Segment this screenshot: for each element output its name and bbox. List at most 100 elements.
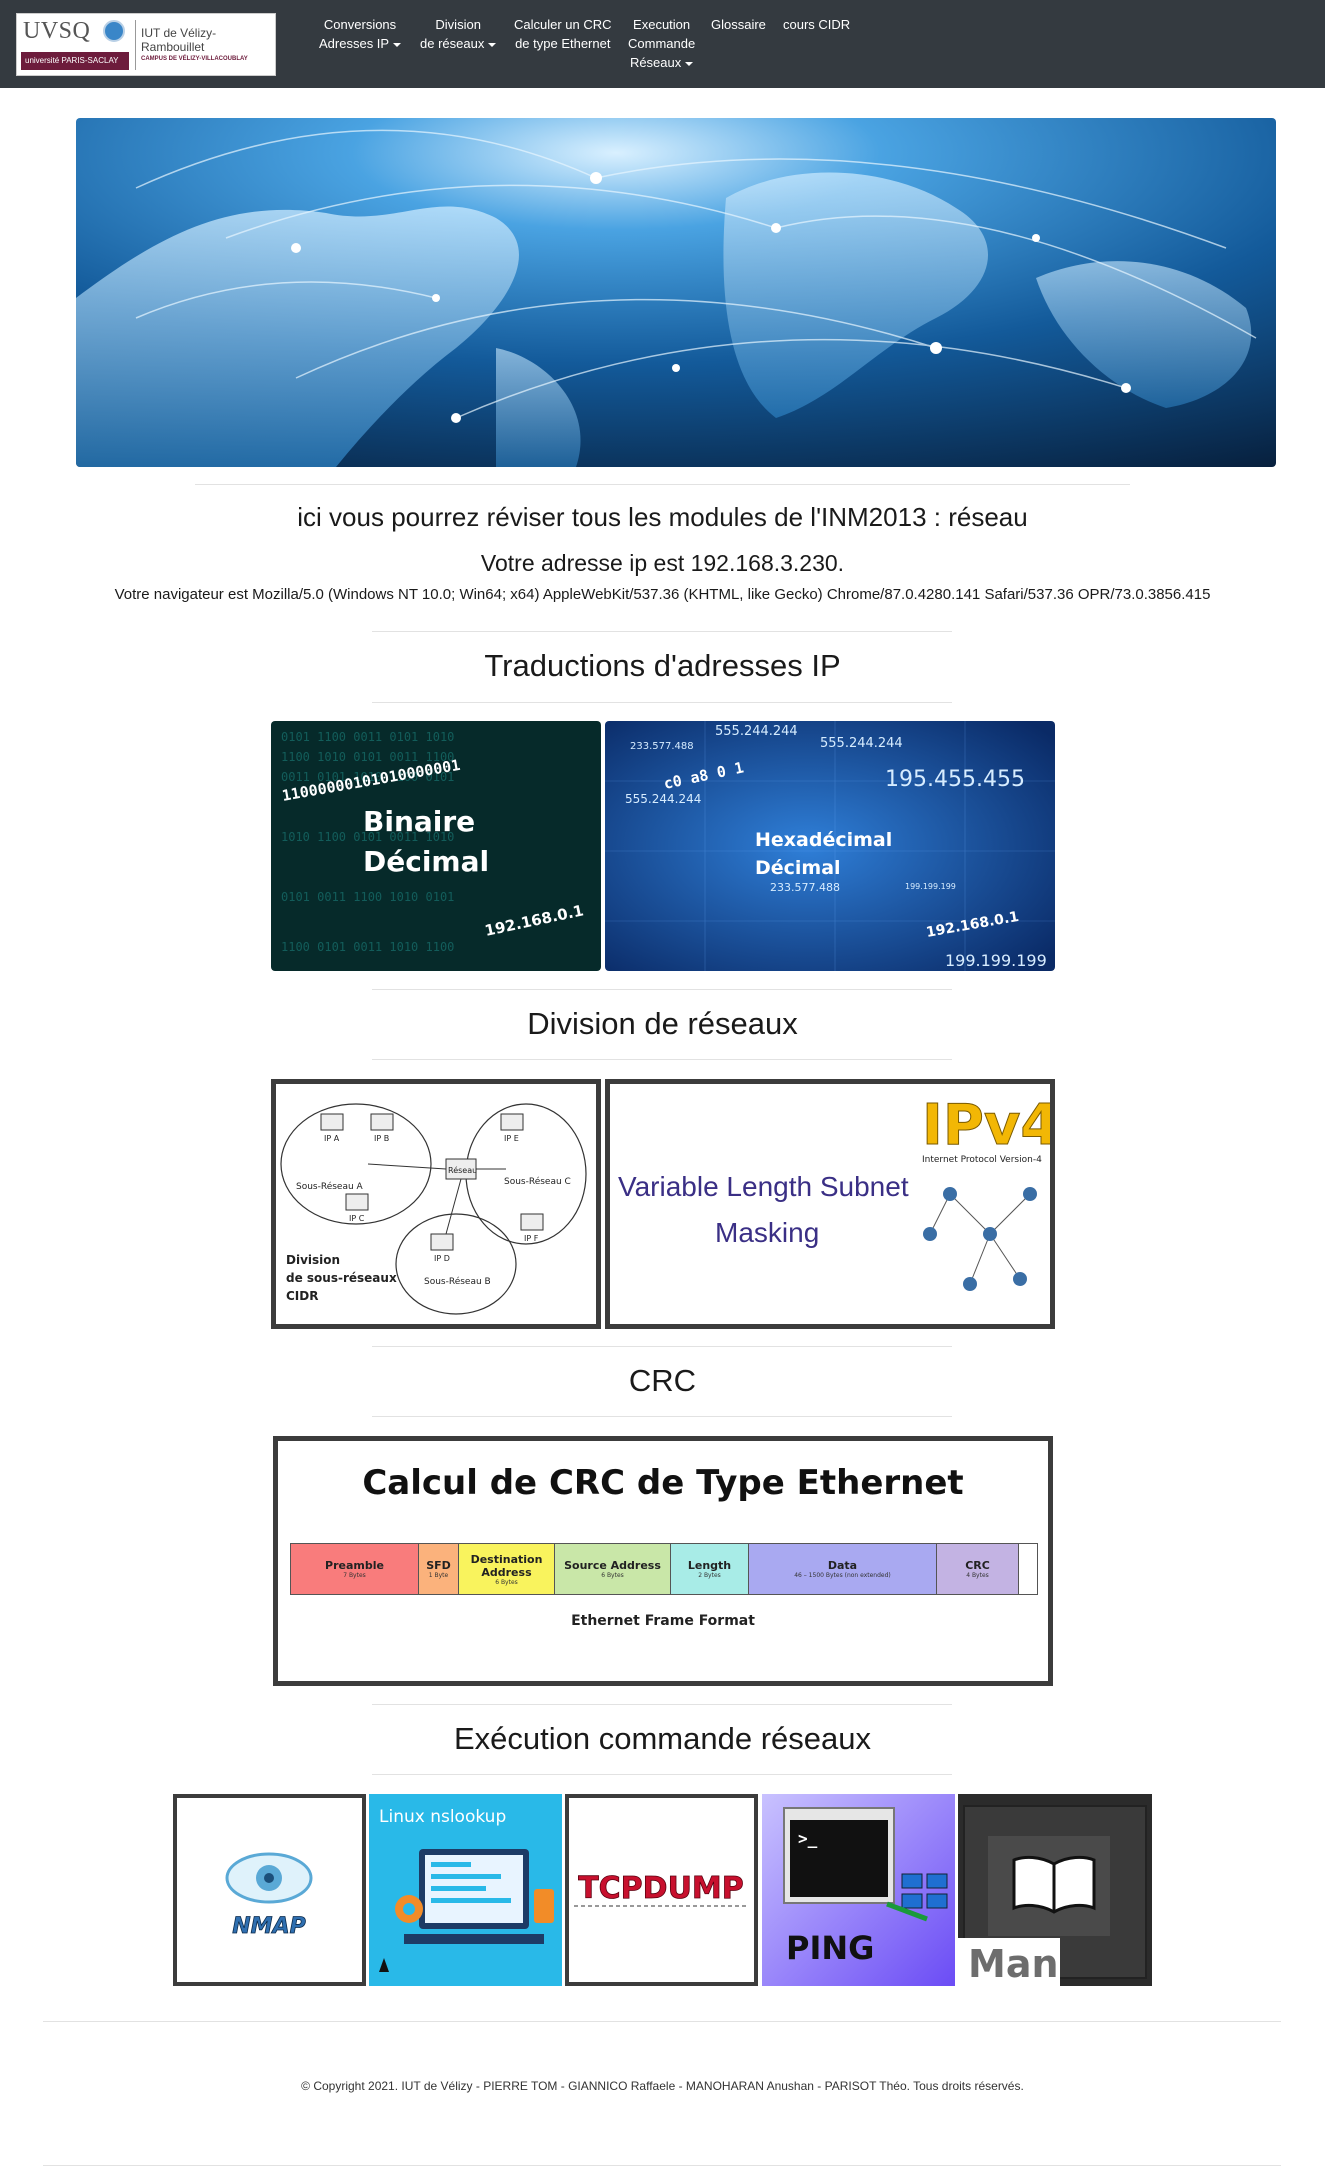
section-title-crc: CRC bbox=[628, 1363, 697, 1398]
divider bbox=[372, 1704, 952, 1705]
frame-field-size: 4 Bytes bbox=[966, 1572, 989, 1579]
divider bbox=[372, 631, 952, 632]
divider bbox=[372, 1774, 952, 1775]
banner-image bbox=[76, 118, 1276, 467]
cidr-reseau-label: Réseau bbox=[448, 1165, 477, 1175]
man-label: Man bbox=[968, 1942, 1059, 1986]
frame-field-destination-address: Destination Address 6 Bytes bbox=[459, 1544, 555, 1594]
card-nmap[interactable]: NMAP bbox=[173, 1794, 366, 1986]
nav-crc-link[interactable]: Calculer un CRC de type Ethernet bbox=[514, 15, 612, 53]
hexa-number-5: 555.244.244 bbox=[625, 792, 701, 806]
vlsm-image: Variable Length Subnet Masking IPv4 Inte… bbox=[610, 1084, 1050, 1324]
ping-label: PING bbox=[786, 1929, 874, 1967]
binaire-line1: Binaire bbox=[363, 805, 475, 838]
frame-field-size: 2 Bytes bbox=[698, 1572, 721, 1579]
logo-universite-bar: université PARIS-SACLAY bbox=[21, 52, 129, 70]
binaire-decimal-image: 0101 1100 0011 0101 10101100 1010 0101 0… bbox=[271, 721, 601, 971]
ipv4-text: IPv4 bbox=[922, 1093, 1050, 1158]
divider bbox=[372, 1059, 952, 1060]
nav-execution-line2: Commande bbox=[628, 36, 696, 51]
logo-campus-text: CAMPUS DE VÉLIZY-VILLACOUBLAY bbox=[141, 56, 248, 62]
hexa-line1: Hexadécimal bbox=[755, 829, 892, 851]
card-crc-ethernet[interactable]: Calcul de CRC de Type Ethernet Preamble 7… bbox=[273, 1436, 1053, 1686]
logo-universite-text: université PARIS-SACLAY bbox=[25, 56, 119, 65]
svg-text:1100 0101 0011 1010 1100: 1100 0101 0011 1010 1100 bbox=[281, 940, 454, 954]
frame-field-size: 6 Bytes bbox=[601, 1572, 624, 1579]
nav-conversions-dropdown[interactable]: Conversions Adresses IP bbox=[319, 15, 402, 53]
nav-execution-dropdown[interactable]: Execution Commande Réseaux bbox=[628, 15, 695, 72]
crc-card-title: Calcul de CRC de Type Ethernet bbox=[362, 1463, 964, 1503]
frame-field-name: Data bbox=[827, 1559, 858, 1572]
frame-field-size: 1 Byte bbox=[428, 1572, 449, 1579]
frame-field-data: Data 46 – 1500 Bytes (non extended) bbox=[749, 1544, 937, 1594]
tcpdump-image: TCPDUMP bbox=[574, 1871, 749, 1907]
card-nslookup[interactable]: Linux nslookup bbox=[369, 1794, 562, 1986]
hexa-number-1: 555.244.244 bbox=[715, 724, 798, 739]
hexa-number-3: 555.244.244 bbox=[820, 736, 903, 751]
ip-address-text: Votre adresse ip est 192.168.3.230. bbox=[480, 550, 845, 576]
cidr-caption-3: CIDR bbox=[286, 1289, 318, 1303]
user-agent-text: Votre navigateur est Mozilla/5.0 (Window… bbox=[114, 586, 1211, 603]
nmap-image: NMAP bbox=[225, 1852, 313, 1939]
card-binaire-decimal[interactable]: 0101 1100 0011 0101 1010 1100 1010 0101 0… bbox=[271, 721, 601, 971]
cidr-ip-f: IP F bbox=[524, 1234, 539, 1243]
book-icon bbox=[1012, 1855, 1096, 1914]
nav-division-line2: de réseaux bbox=[420, 36, 485, 51]
terminal-prompt-icon: >_ bbox=[798, 1829, 818, 1848]
intro-tagline: ici vous pourrez réviser tous les module… bbox=[297, 502, 1028, 532]
cidr-caption-1: Division bbox=[286, 1253, 340, 1267]
ipv4-subtitle: Internet Protocol Version-4 bbox=[922, 1155, 1042, 1165]
cidr-caption-2: de sous-réseaux bbox=[286, 1271, 397, 1285]
division-cidr-image: IP A IP B IP C IP D IP E IP F Réseau Sou… bbox=[276, 1084, 596, 1324]
ping-image: >_ PING bbox=[762, 1794, 955, 1986]
hexa-number-7: 199.199.199 bbox=[905, 882, 956, 891]
frame-field-size: 46 – 1500 Bytes (non extended) bbox=[794, 1572, 891, 1579]
nav-execution-line3: Réseaux bbox=[629, 55, 682, 70]
binaire-line2: Décimal bbox=[363, 845, 489, 878]
divider bbox=[372, 1416, 952, 1417]
nav-division-dropdown[interactable]: Division de réseaux bbox=[420, 15, 497, 53]
svg-text:0101 0011 1100 1010 0101: 0101 0011 1100 1010 0101 bbox=[281, 890, 454, 904]
frame-field-name: Source Address bbox=[564, 1559, 661, 1572]
card-ping[interactable]: >_ PING bbox=[762, 1794, 955, 1986]
hexa-line2: Décimal bbox=[755, 857, 841, 879]
tcpdump-label: TCPDUMP bbox=[578, 1871, 744, 1906]
nslookup-label: Linux nslookup bbox=[379, 1807, 506, 1827]
nav-cidr-link[interactable]: cours CIDR bbox=[783, 15, 850, 34]
logo-uvsq-text: UVSQ bbox=[23, 18, 91, 44]
globe-icon bbox=[103, 20, 125, 42]
crc-frame-caption: Ethernet Frame Format bbox=[571, 1613, 755, 1629]
card-division-cidr[interactable]: IP A IP B IP C IP D IP E IP F Réseau Sou… bbox=[271, 1079, 601, 1329]
nav-execution-line1: Execution bbox=[633, 17, 691, 32]
frame-field-crc: CRC 4 Bytes bbox=[937, 1544, 1019, 1594]
frame-field-length: Length 2 Bytes bbox=[671, 1544, 749, 1594]
vlsm-line2: Masking bbox=[715, 1217, 819, 1248]
frame-field-name: Preamble bbox=[325, 1559, 384, 1572]
frame-field-size: 6 Bytes bbox=[495, 1578, 518, 1586]
cidr-ip-c: IP C bbox=[349, 1214, 365, 1223]
card-hexadecimal-decimal[interactable]: 555.244.244 233.577.488 555.244.244 195.… bbox=[605, 721, 1055, 971]
divider bbox=[43, 2165, 1281, 2166]
divider bbox=[43, 2021, 1281, 2022]
nav-glossaire-link[interactable]: Glossaire bbox=[711, 15, 766, 34]
frame-field-name: SFD bbox=[426, 1559, 451, 1572]
frame-field-size: 7 Bytes bbox=[343, 1572, 366, 1579]
nav-division-line1: Division bbox=[435, 17, 481, 32]
section-title-traductions: Traductions d'adresses IP bbox=[484, 648, 841, 683]
section-title-execution: Exécution commande réseaux bbox=[453, 1721, 871, 1756]
nav-conversions-line2: Adresses IP bbox=[319, 36, 390, 51]
nav-crc-line1: Calculer un CRC bbox=[514, 17, 612, 32]
card-vlsm[interactable]: Variable Length Subnet Masking IPv4 Inte… bbox=[605, 1079, 1055, 1329]
hexa-number-2: 233.577.488 bbox=[630, 741, 694, 752]
hexa-number-8: 199.199.199 bbox=[945, 951, 1047, 970]
world-network-banner bbox=[76, 118, 1276, 467]
nslookup-image: Linux nslookup bbox=[369, 1794, 562, 1986]
cidr-ip-d: IP D bbox=[434, 1254, 450, 1263]
uvsq-logo[interactable]: UVSQ IUT de Vélizy-Rambouillet universit… bbox=[16, 13, 276, 76]
divider bbox=[372, 702, 952, 703]
frame-field-name: Length bbox=[687, 1559, 732, 1572]
card-tcpdump[interactable]: TCPDUMP bbox=[565, 1794, 758, 1986]
top-navbar: UVSQ IUT de Vélizy-Rambouillet universit… bbox=[0, 0, 1325, 88]
card-man[interactable]: Man bbox=[958, 1794, 1152, 1986]
section-title-division: Division de réseaux bbox=[527, 1006, 798, 1041]
